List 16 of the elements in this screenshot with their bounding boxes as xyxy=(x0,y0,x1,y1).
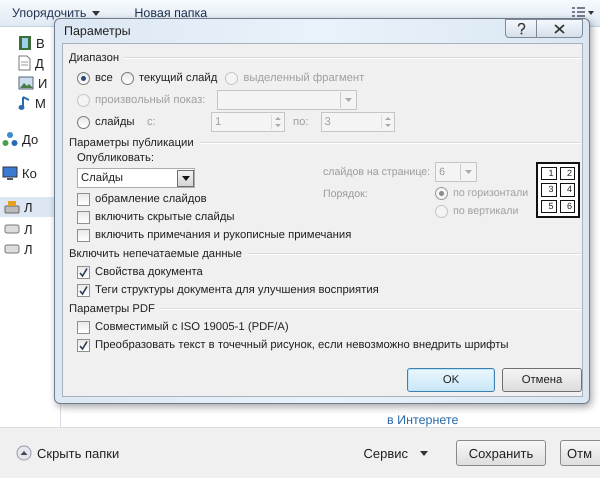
slide-number: 4 xyxy=(560,183,575,197)
slide-number: 3 xyxy=(541,183,556,197)
group-heading: Параметры PDF xyxy=(69,302,155,314)
window-title: Параметры xyxy=(64,24,131,38)
group-heading: Параметры публикации xyxy=(69,136,194,148)
group-heading: Диапазон xyxy=(69,52,120,64)
slide-number: 6 xyxy=(560,200,575,213)
slide-number: 2 xyxy=(560,167,575,180)
slide-number: 1 xyxy=(541,167,556,180)
order-label: Порядок: xyxy=(323,187,369,202)
from-label: с: xyxy=(147,116,157,128)
slide-number: 5 xyxy=(541,200,556,213)
group-heading: Включить непечатаемые данные xyxy=(69,248,242,260)
slides-per-page-label: слайдов на странице: xyxy=(323,165,430,180)
to-label: по: xyxy=(293,116,310,128)
publish-label: Опубликовать: xyxy=(77,152,156,166)
